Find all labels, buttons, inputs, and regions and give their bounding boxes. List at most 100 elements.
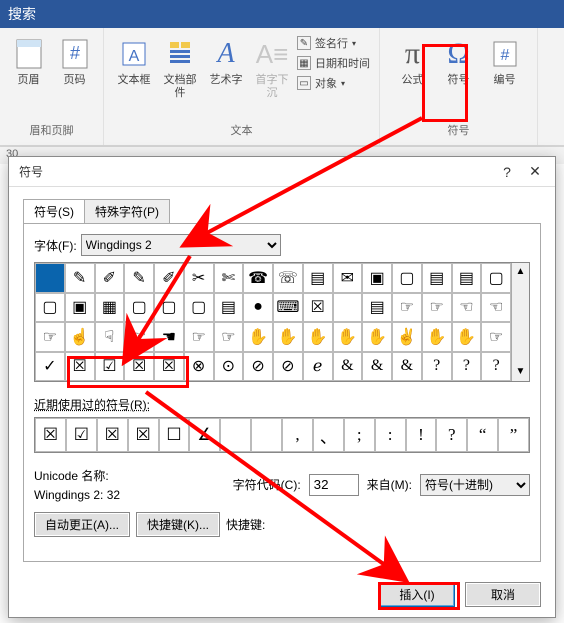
symbol-cell[interactable]: ▦	[95, 293, 125, 323]
scroll-down-icon[interactable]: ▼	[516, 363, 526, 381]
autocorrect-button[interactable]: 自动更正(A)...	[34, 512, 130, 537]
symbol-cell[interactable]: ☜	[452, 293, 482, 323]
symbol-button[interactable]: Ω 符号	[438, 32, 480, 102]
font-select[interactable]: Wingdings 2	[81, 234, 281, 256]
tab-symbols[interactable]: 符号(S)	[23, 199, 84, 224]
shortcut-button[interactable]: 快捷键(K)...	[136, 512, 220, 537]
symbol-cell[interactable]: ☒	[124, 352, 154, 382]
recent-symbol-cell[interactable]: ?	[436, 418, 467, 452]
symbol-cell[interactable]	[333, 293, 363, 323]
charcode-input[interactable]	[309, 474, 359, 496]
symbol-cell[interactable]: ▢	[392, 263, 422, 293]
symbol-cell[interactable]: ▣	[362, 263, 392, 293]
datetime-button[interactable]: ▦日期和时间	[297, 54, 370, 72]
symbol-cell[interactable]: ⊘	[273, 352, 303, 382]
recent-symbol-cell[interactable]: :	[375, 418, 406, 452]
symbol-cell[interactable]: &	[392, 352, 422, 382]
symbol-cell[interactable]: ✎	[65, 263, 95, 293]
close-button[interactable]: ✕	[521, 163, 549, 180]
quickparts-button[interactable]: 文档部件	[159, 32, 201, 102]
symbol-cell[interactable]: ▤	[303, 263, 333, 293]
symbol-cell[interactable]: ☜	[481, 293, 511, 323]
symbol-cell[interactable]: ☎	[243, 263, 273, 293]
scroll-up-icon[interactable]: ▲	[516, 263, 526, 281]
symbol-cell[interactable]: ✄	[214, 263, 244, 293]
symbol-cell[interactable]: ▢	[154, 293, 184, 323]
symbol-cell[interactable]: ?	[422, 352, 452, 382]
symbol-cell[interactable]	[35, 263, 65, 293]
symbol-cell[interactable]: ⊗	[184, 352, 214, 382]
symbol-cell[interactable]: ▤	[422, 263, 452, 293]
symbol-cell[interactable]: ☚	[154, 322, 184, 352]
tab-special-chars[interactable]: 特殊字符(P)	[84, 199, 170, 224]
symbol-cell[interactable]: ☝	[65, 322, 95, 352]
symbol-cell[interactable]: ℯ	[303, 352, 333, 382]
symbol-cell[interactable]: ▤	[214, 293, 244, 323]
recent-symbol-cell[interactable]: ”	[498, 418, 529, 452]
signatureline-menu[interactable]: ✎签名行▾	[297, 34, 370, 52]
recent-symbol-cell[interactable]: ☐	[159, 418, 190, 452]
symbol-cell[interactable]: ☒	[154, 352, 184, 382]
recent-symbol-cell[interactable]: “	[467, 418, 498, 452]
symbol-cell[interactable]: ✋	[273, 322, 303, 352]
symbol-cell[interactable]: ✓	[35, 352, 65, 382]
recent-symbol-cell[interactable]: ,	[282, 418, 313, 452]
symbol-cell[interactable]: ?	[481, 352, 511, 382]
recent-symbol-cell[interactable]: !	[406, 418, 437, 452]
symbol-cell[interactable]: ✐	[154, 263, 184, 293]
symbol-cell[interactable]: ✋	[243, 322, 273, 352]
textbox-button[interactable]: A 文本框	[113, 32, 155, 102]
symbol-cell[interactable]: ▣	[65, 293, 95, 323]
symbol-cell[interactable]: ☏	[273, 263, 303, 293]
symbol-cell[interactable]: ✎	[124, 263, 154, 293]
dropcap-button[interactable]: A≡ 首字下沉	[251, 32, 293, 102]
recent-symbol-cell[interactable]: ;	[344, 418, 375, 452]
symbol-cell[interactable]: ▤	[362, 293, 392, 323]
symbol-cell[interactable]: ?	[452, 352, 482, 382]
cancel-button[interactable]: 取消	[465, 582, 541, 607]
symbol-cell[interactable]: ✋	[452, 322, 482, 352]
symbol-cell[interactable]: ☟	[95, 322, 125, 352]
symbol-cell[interactable]: ✋	[422, 322, 452, 352]
symbol-cell[interactable]: ☑	[95, 352, 125, 382]
symbol-cell[interactable]: ●	[243, 293, 273, 323]
symbol-cell[interactable]: ☞	[124, 322, 154, 352]
symbol-cell[interactable]: &	[362, 352, 392, 382]
recent-symbol-cell[interactable]: ☒	[128, 418, 159, 452]
symbol-cell[interactable]: ✋	[333, 322, 363, 352]
from-select[interactable]: 符号(十进制)	[420, 474, 530, 496]
symbol-cell[interactable]: ☞	[422, 293, 452, 323]
recent-symbol-cell[interactable]: ∠	[189, 418, 220, 452]
symbol-cell[interactable]: ⊘	[243, 352, 273, 382]
insert-button[interactable]: 插入(I)	[379, 582, 455, 607]
symbol-cell[interactable]: ⊙	[214, 352, 244, 382]
symbol-cell[interactable]: ✋	[303, 322, 333, 352]
object-menu[interactable]: ▭对象▾	[297, 74, 370, 92]
symbol-cell[interactable]: ☒	[303, 293, 333, 323]
help-button[interactable]: ?	[493, 164, 521, 180]
pagenumber-button[interactable]: # 页码	[54, 32, 96, 102]
symbol-cell[interactable]: ▤	[452, 263, 482, 293]
recent-symbols-grid[interactable]: ☒☑☒☒☐∠,、;:!?“”	[34, 417, 530, 453]
symbol-cell[interactable]: ☞	[481, 322, 511, 352]
wordart-button[interactable]: A 艺术字	[205, 32, 247, 102]
symbol-cell[interactable]: ▢	[124, 293, 154, 323]
header-button[interactable]: 页眉	[8, 32, 50, 102]
symbol-grid[interactable]: ✎✐✎✐✂✄☎☏▤✉▣▢▤▤▢▢▣▦▢▢▢▤●⌨☒▤☞☞☜☜☞☝☟☞☚☞☞✋✋✋…	[35, 263, 511, 381]
symbol-cell[interactable]: ▢	[184, 293, 214, 323]
symbol-scrollbar[interactable]: ▲ ▼	[511, 263, 529, 381]
recent-symbol-cell[interactable]	[220, 418, 251, 452]
recent-symbol-cell[interactable]: 、	[313, 418, 344, 452]
symbol-cell[interactable]: ✂	[184, 263, 214, 293]
symbol-cell[interactable]: ✐	[95, 263, 125, 293]
recent-symbol-cell[interactable]: ☒	[35, 418, 66, 452]
symbol-cell[interactable]: ▢	[35, 293, 65, 323]
dialog-titlebar[interactable]: 符号 ? ✕	[9, 157, 555, 187]
symbol-cell[interactable]: ✉	[333, 263, 363, 293]
recent-symbol-cell[interactable]: ☒	[97, 418, 128, 452]
symbol-cell[interactable]: ☞	[392, 293, 422, 323]
number-button[interactable]: # 编号	[484, 32, 526, 102]
symbol-cell[interactable]: ✋	[362, 322, 392, 352]
symbol-cell[interactable]: &	[333, 352, 363, 382]
symbol-cell[interactable]: ☞	[184, 322, 214, 352]
